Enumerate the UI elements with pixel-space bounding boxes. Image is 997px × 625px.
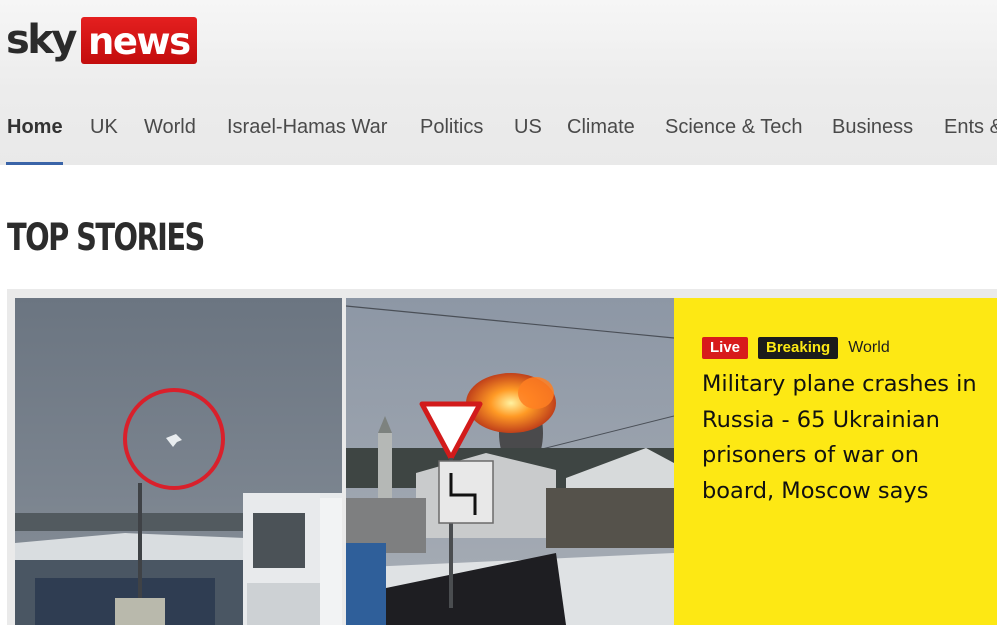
- explosion-photo[interactable]: [346, 298, 674, 625]
- nav-item-science-tech[interactable]: Science & Tech: [665, 116, 803, 139]
- nav-item-climate[interactable]: Climate: [567, 116, 635, 139]
- nav-item-ents[interactable]: Ents &: [944, 116, 997, 139]
- live-badge: Live: [702, 337, 749, 359]
- nav-item-israel-hamas-war[interactable]: Israel-Hamas War: [227, 116, 387, 139]
- nav-item-politics[interactable]: Politics: [420, 116, 483, 139]
- story-tags: Live Breaking World: [702, 337, 890, 359]
- story-panel[interactable]: Live Breaking World Military plane crash…: [674, 298, 997, 625]
- main-nav: Home UK World Israel-Hamas War Politics …: [0, 106, 997, 165]
- section-title: TOP STORIES: [7, 216, 205, 259]
- nav-item-uk[interactable]: UK: [90, 116, 118, 139]
- nav-item-business[interactable]: Business: [832, 116, 913, 139]
- nav-item-us[interactable]: US: [514, 116, 542, 139]
- logo-news-text: news: [80, 16, 197, 64]
- sky-news-logo[interactable]: sky news: [6, 16, 197, 64]
- nav-item-home[interactable]: Home: [7, 116, 63, 139]
- top-story-card[interactable]: Live Breaking World Military plane crash…: [7, 289, 997, 625]
- site-header: sky news Home UK World Israel-Hamas War …: [0, 0, 997, 165]
- story-headline[interactable]: Military plane crashes in Russia - 65 Uk…: [702, 367, 987, 509]
- plane-circled-photo[interactable]: [15, 298, 342, 625]
- breaking-badge: Breaking: [758, 337, 839, 359]
- category-label[interactable]: World: [848, 339, 890, 357]
- logo-sky-text: sky: [6, 17, 77, 63]
- nav-active-indicator: [6, 162, 63, 165]
- nav-item-world[interactable]: World: [144, 116, 196, 139]
